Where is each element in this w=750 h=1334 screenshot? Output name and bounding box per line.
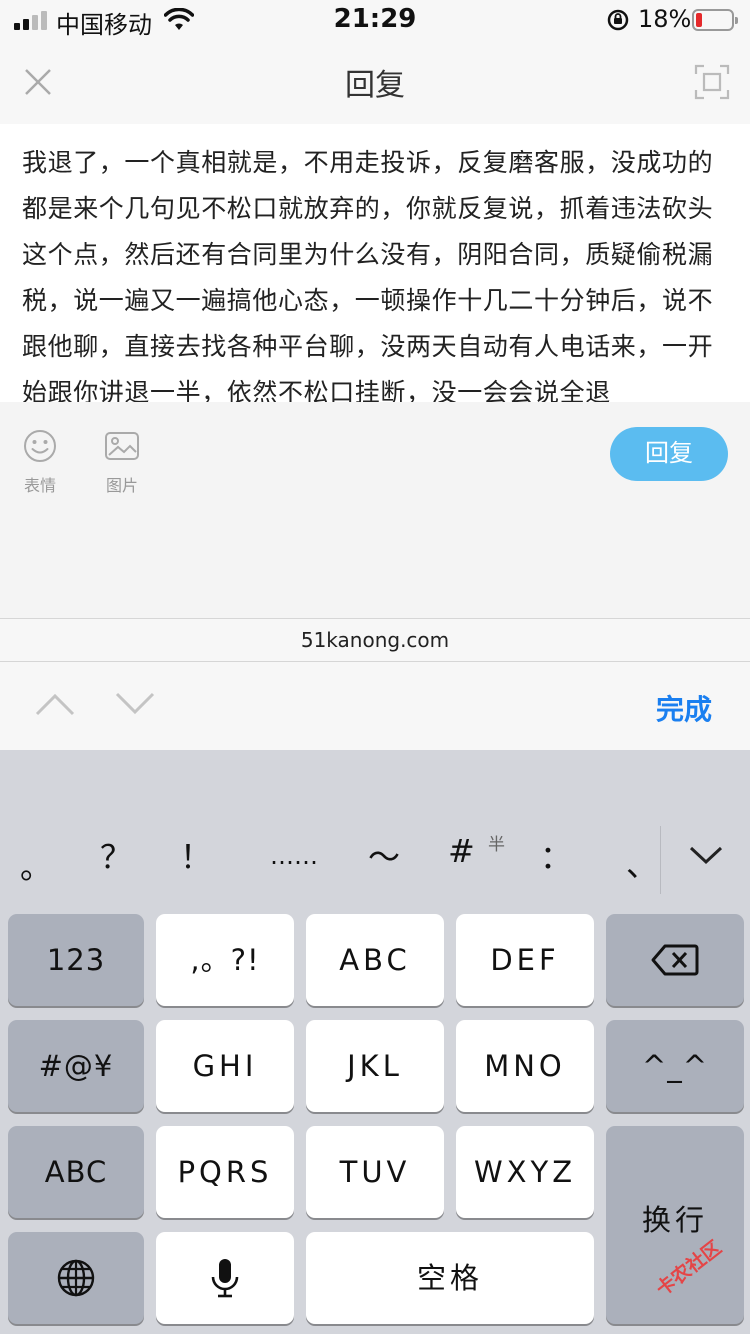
ghi-key[interactable]: GHI [156, 1020, 294, 1112]
candidate-exclamation[interactable]: ！ [180, 832, 212, 878]
delete-key[interactable] [606, 914, 744, 1006]
candidate-colon[interactable]: ： [540, 832, 572, 878]
candidate-divider [660, 826, 661, 894]
fullscreen-icon[interactable] [692, 62, 732, 102]
globe-key[interactable] [8, 1232, 144, 1324]
def-key[interactable]: DEF [456, 914, 594, 1006]
candidate-ellipsis[interactable]: …… [270, 842, 318, 870]
jkl-key[interactable]: JKL [306, 1020, 444, 1112]
page-title: 回复 [345, 68, 405, 103]
candidate-tilde[interactable]: ～ [368, 832, 400, 878]
collapse-chevron-icon[interactable] [688, 844, 724, 866]
done-button[interactable]: 完成 [656, 688, 712, 728]
candidate-hash[interactable]: # [448, 832, 475, 870]
tuv-key[interactable]: TUV [306, 1126, 444, 1218]
chevron-up-icon[interactable] [34, 690, 76, 718]
symbols-key[interactable]: #@¥ [8, 1020, 144, 1112]
submit-reply-button[interactable]: 回复 [610, 427, 728, 481]
half-width-mark: 半 [488, 835, 505, 855]
space-key[interactable]: 空格 [306, 1232, 594, 1324]
pqrs-key[interactable]: PQRS [156, 1126, 294, 1218]
microphone-key[interactable] [156, 1232, 294, 1324]
keyboard-accessory-bar: 完成 [0, 662, 750, 750]
image-label: 图片 [105, 476, 138, 495]
image-icon [105, 432, 139, 460]
rotation-lock-icon [607, 9, 629, 31]
microphone-icon [211, 1259, 239, 1298]
candidate-bar: 。 ？ ！ …… ～ # 半 ： 、 [0, 814, 750, 900]
candidate-question[interactable]: ？ [100, 832, 132, 878]
reply-header: 回复 [0, 40, 750, 124]
abc-mode-key[interactable]: ABC [8, 1126, 144, 1218]
battery-icon [692, 9, 738, 31]
candidate-period[interactable]: 。 [20, 842, 52, 888]
status-bar: 中国移动 21:29 18% [0, 0, 750, 40]
reply-text-area[interactable]: 我退了，一个真相就是，不用走投诉，反复磨客服，没成功的都是来个几句见不松口就放弃… [0, 124, 750, 407]
punctuation-key[interactable]: ,。?! [156, 914, 294, 1006]
globe-icon [57, 1259, 95, 1297]
emoticon-key[interactable]: ^_^ [606, 1020, 744, 1112]
wxyz-key[interactable]: WXYZ [456, 1126, 594, 1218]
site-domain-bar: 51kanong.com [0, 618, 750, 662]
battery-percentage: 18% [638, 5, 692, 33]
abc-key[interactable]: ABC [306, 914, 444, 1006]
emoji-button[interactable]: 表情 [10, 428, 70, 496]
reply-toolbar: 表情 图片 回复 [0, 402, 750, 618]
mno-key[interactable]: MNO [456, 1020, 594, 1112]
candidate-comma[interactable]: 、 [626, 840, 658, 886]
keyboard: 。 ？ ！ …… ～ # 半 ： 、 123 ,。?! ABC DEF #@¥ … [0, 750, 750, 1334]
emoji-label: 表情 [23, 476, 56, 495]
image-button[interactable]: 图片 [92, 428, 152, 496]
smiley-icon [24, 430, 56, 462]
chevron-down-icon[interactable] [114, 690, 156, 718]
backspace-icon [651, 944, 699, 976]
numbers-key[interactable]: 123 [8, 914, 144, 1006]
